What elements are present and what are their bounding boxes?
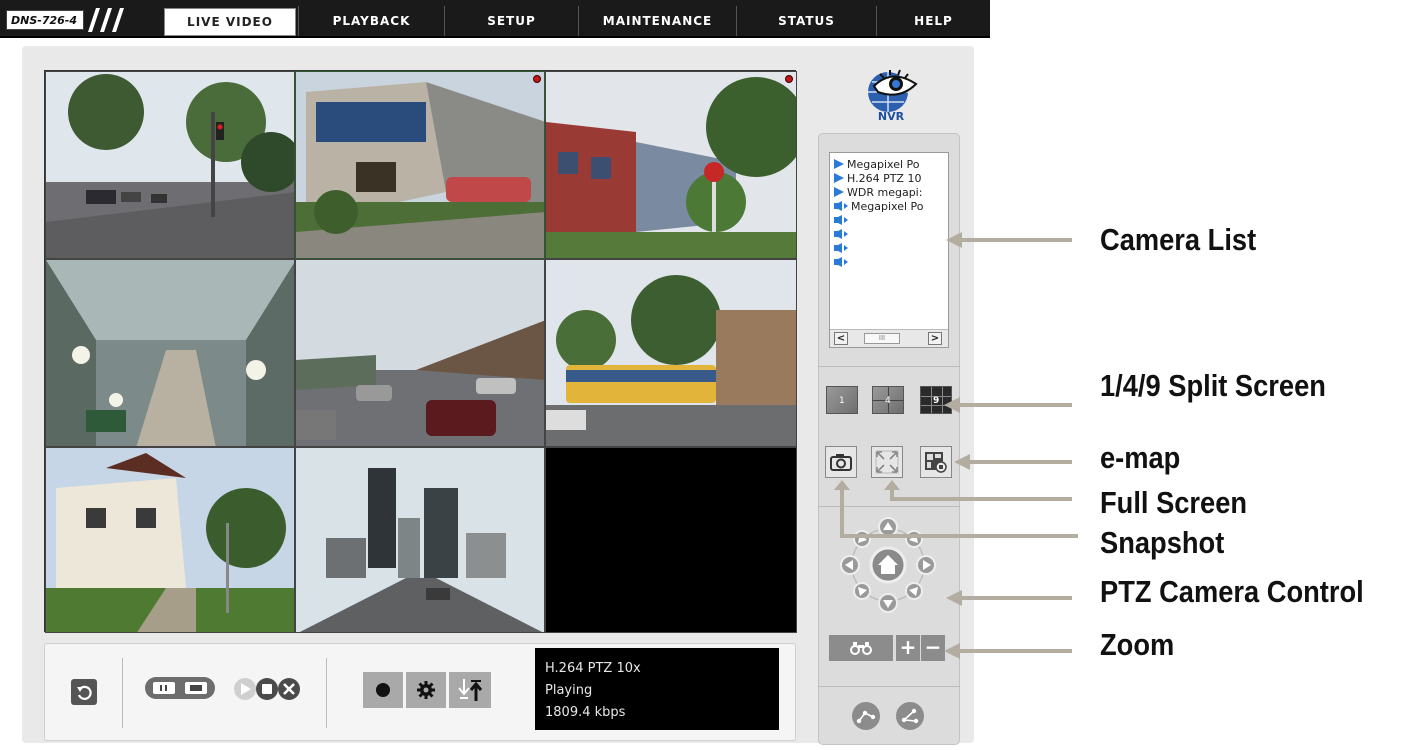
status-bitrate: 1809.4 kbps: [545, 705, 626, 720]
pointer-arrow-icon: [954, 454, 970, 470]
annotation-split-screen: 1/4/9 Split Screen: [1100, 368, 1326, 403]
emap-icon[interactable]: [920, 446, 952, 478]
snapshot-camera-icon[interactable]: [825, 446, 857, 478]
split-1-button[interactable]: 1: [826, 386, 858, 414]
speaker-icon: [834, 215, 848, 225]
record-icon[interactable]: [363, 672, 403, 708]
status-playback-state: Playing: [545, 683, 593, 698]
annotation-ptz-control: PTZ Camera Control: [1100, 574, 1364, 609]
connect-preset-icon[interactable]: [850, 700, 882, 732]
tab-help[interactable]: HELP: [876, 6, 990, 36]
zoom-in-button[interactable]: +: [896, 635, 920, 661]
playback-controls-icon[interactable]: [231, 676, 303, 702]
list-item[interactable]: WDR megapi:: [830, 185, 948, 199]
video-tile-4[interactable]: [45, 259, 295, 447]
video-tile-2[interactable]: [295, 71, 545, 259]
nvr-logo: NVR: [860, 64, 922, 124]
annotation-snapshot: Snapshot: [1100, 525, 1225, 560]
play-icon: [834, 159, 844, 169]
recording-indicator-icon: [533, 75, 541, 83]
scroll-right-button[interactable]: >: [928, 332, 942, 345]
list-item[interactable]: Megapixel Po: [830, 199, 948, 213]
pointer-arrow-icon: [946, 232, 962, 248]
binoculars-icon[interactable]: [829, 635, 893, 661]
list-item[interactable]: [830, 213, 948, 227]
list-item[interactable]: H.264 PTZ 10: [830, 171, 948, 185]
tab-live-video[interactable]: LIVE VIDEO: [164, 8, 296, 36]
list-item[interactable]: Megapixel Po: [830, 157, 948, 171]
annotation-zoom: Zoom: [1100, 627, 1175, 662]
speaker-icon: [834, 243, 848, 253]
camera-list-scrollbar[interactable]: < III >: [830, 329, 948, 347]
slash-logo-icon: [88, 8, 124, 32]
stream-status-panel: H.264 PTZ 10x Playing 1809.4 kbps: [535, 648, 779, 730]
divider: [818, 366, 960, 367]
pointer-line: [960, 596, 1072, 600]
video-tile-5[interactable]: [295, 259, 545, 447]
scroll-left-button[interactable]: <: [834, 332, 848, 345]
video-tile-1[interactable]: [45, 71, 295, 259]
play-icon: [834, 187, 844, 197]
list-item[interactable]: [830, 227, 948, 241]
status-camera-name: H.264 PTZ 10x: [545, 661, 641, 676]
zoom-controls: + −: [829, 635, 945, 661]
speaker-icon: [834, 229, 848, 239]
pointer-line: [958, 403, 1072, 407]
video-tile-7[interactable]: [45, 447, 295, 633]
camera-list-items: Megapixel Po H.264 PTZ 10 WDR megapi: Me…: [830, 153, 948, 269]
split-4-button[interactable]: 4: [872, 386, 904, 414]
nvr-logo-text: NVR: [877, 110, 905, 123]
tab-playback[interactable]: PLAYBACK: [298, 6, 444, 36]
recording-indicator-icon: [785, 75, 793, 83]
speaker-icon: [834, 257, 848, 267]
camera-list[interactable]: Megapixel Po H.264 PTZ 10 WDR megapi: Me…: [829, 152, 949, 348]
tab-status[interactable]: STATUS: [736, 6, 876, 36]
annotation-camera-list: Camera List: [1100, 222, 1257, 257]
tab-maintenance[interactable]: MAINTENANCE: [578, 6, 736, 36]
refresh-icon[interactable]: [71, 679, 97, 705]
settings-gear-icon[interactable]: [406, 672, 446, 708]
pointer-line: [968, 460, 1072, 464]
speaker-icon: [834, 201, 848, 211]
play-icon: [834, 173, 844, 183]
pointer-arrow-icon: [944, 643, 960, 659]
scroll-thumb[interactable]: III: [864, 333, 900, 344]
bottom-control-bar: H.264 PTZ 10x Playing 1809.4 kbps: [44, 643, 796, 741]
top-navigation-bar: DNS-726-4 LIVE VIDEO PLAYBACK SETUP MAIN…: [0, 0, 990, 38]
eye-globe-icon: [868, 69, 918, 112]
pointer-arrow-icon: [946, 590, 962, 606]
video-tile-3[interactable]: [545, 71, 797, 259]
tab-setup[interactable]: SETUP: [444, 6, 578, 36]
pointer-elbow: [834, 480, 1078, 538]
annotation-emap: e-map: [1100, 440, 1181, 475]
share-preset-icon[interactable]: [894, 700, 926, 732]
audio-controls-icon[interactable]: [145, 677, 215, 699]
annotation-full-screen: Full Screen: [1100, 485, 1248, 520]
list-item[interactable]: [830, 255, 948, 269]
pointer-line: [960, 238, 1072, 242]
full-screen-icon[interactable]: [871, 446, 903, 478]
pointer-line: [958, 649, 1072, 653]
list-item[interactable]: [830, 241, 948, 255]
pointer-arrow-icon: [944, 397, 960, 413]
video-grid: [44, 70, 797, 633]
video-tile-8[interactable]: [295, 447, 545, 633]
divider: [818, 686, 960, 687]
download-upload-icon[interactable]: [449, 672, 491, 708]
video-tile-empty[interactable]: [545, 447, 797, 633]
device-model-label: DNS-726-4: [6, 10, 84, 30]
video-tile-6[interactable]: [545, 259, 797, 447]
